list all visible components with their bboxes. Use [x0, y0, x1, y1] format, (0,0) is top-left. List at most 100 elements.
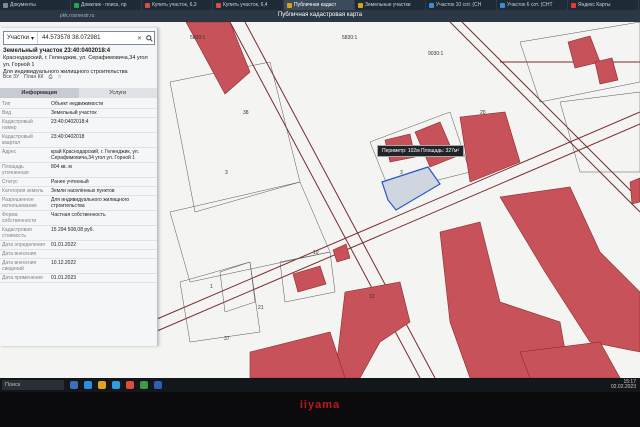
tab-favicon-icon — [3, 2, 8, 8]
search-icon[interactable] — [144, 32, 154, 44]
attribute-row: Кадастровый номер 23:40:0402018:4 — [0, 118, 157, 133]
attribute-row: Дата применения 01.01.2023 — [0, 274, 157, 283]
attribute-value: Земельный участок — [51, 110, 97, 116]
attribute-row: Статус Ранее учтенный — [0, 178, 157, 187]
attribute-row: Разрешенное использование Для индивидуаль… — [0, 196, 157, 211]
yandex-browser-icon[interactable] — [126, 381, 134, 389]
browser-tab[interactable]: Домклик - поиск, пр — [71, 0, 142, 10]
search-category-select[interactable]: Участки ▾ — [4, 32, 39, 44]
tab-services[interactable]: Услуги — [78, 88, 157, 98]
attribute-row: Дата внесения сведений 10.12.2022 — [0, 259, 157, 274]
attribute-key: Кадастровый квартал — [2, 134, 33, 146]
taskbar-search[interactable]: Поиск — [2, 380, 64, 390]
browser-tab[interactable]: Купить участок, 6,3 — [142, 0, 213, 10]
tab-favicon-icon — [429, 2, 434, 8]
attribute-value: 23:40:0402018:4 — [51, 119, 89, 125]
attribute-key: Категория земель — [2, 188, 44, 194]
page-title: Публичная кадастровая карта — [277, 12, 363, 18]
plot-label: 21 — [258, 305, 264, 311]
attribute-key: Тип — [2, 101, 11, 107]
browser-tab[interactable]: Документы — [0, 0, 71, 10]
attribute-row: Дата внесения — [0, 250, 157, 259]
browser-tab[interactable]: Купить участок, 6,4 — [213, 0, 284, 10]
attribute-value: край Краснодарский, г. Геленджик, ул. Се… — [51, 149, 140, 161]
attribute-value: 23:40:0402018 — [51, 134, 85, 140]
telegram-icon[interactable] — [112, 381, 120, 389]
star-icon[interactable]: ☆ — [57, 74, 61, 80]
monitor-brand-logo: iiyama — [299, 399, 341, 411]
attribute-row: Тип Объект недвижимости — [0, 100, 157, 109]
tab-favicon-icon — [571, 2, 576, 8]
attribute-row: Форма собственности Частная собственность — [0, 211, 157, 226]
attribute-row: Вид Земельный участок — [0, 109, 157, 118]
browser-tab[interactable]: Яндекс Карты — [568, 0, 639, 10]
panel-tabs: Информация Услуги — [0, 88, 157, 98]
tool-all-plots[interactable]: Все ЗУ — [3, 74, 19, 80]
browser-tab-bar: Документы Домклик - поиск, пр Купить участ… — [0, 0, 640, 10]
browser-tab[interactable]: Участок 10 сот. (СН — [426, 0, 497, 10]
browser-tab[interactable]: Земельные участки — [355, 0, 426, 10]
plot-label: 1 — [210, 284, 213, 290]
attribute-key: Площадь уточненная — [2, 164, 29, 176]
attribute-key: Кадастровый номер — [2, 119, 33, 131]
attribute-key: Дата определения — [2, 242, 45, 248]
block-label: 9030:1 — [428, 51, 444, 57]
plot-label: 38 — [243, 110, 249, 116]
attribute-value: 10.12.2022 — [51, 260, 77, 266]
attribute-key: Дата применения — [2, 275, 43, 281]
attribute-row: Адрес край Краснодарский, г. Геленджик, у… — [0, 148, 157, 163]
tab-info[interactable]: Информация — [0, 88, 79, 98]
plot-label: 37 — [224, 336, 230, 342]
browser-tab[interactable]: Участок 6 сот. (СНТ — [497, 0, 568, 10]
file-explorer-icon[interactable] — [70, 381, 78, 389]
edge-icon[interactable] — [84, 381, 92, 389]
attribute-value: Ранее учтенный — [51, 179, 89, 185]
folder-icon[interactable] — [98, 381, 106, 389]
tool-plan[interactable]: План КК — [24, 74, 43, 80]
clock[interactable]: 15:17 02.02.2023 — [611, 380, 636, 390]
attribute-key: Кадастровая стоимость — [2, 227, 32, 239]
block-label: 5830:1 — [190, 35, 206, 41]
attribute-row: Площадь уточненная 804 кв. м — [0, 163, 157, 178]
clear-icon[interactable]: ✕ — [135, 35, 144, 42]
block-label: 5830:1 — [342, 35, 358, 41]
taskbar: Поиск 15:17 02.02.2023 — [0, 378, 640, 392]
search-box[interactable]: Участки ▾ 44.573578 38.072981 ✕ — [3, 31, 155, 45]
attribute-table: Тип Объект недвижимости Вид Земельный участ… — [0, 100, 157, 283]
plot-label: 12 — [369, 294, 375, 300]
attribute-key: Разрешенное использование — [2, 197, 37, 209]
search-input[interactable]: 44.573578 38.072981 — [38, 35, 135, 41]
tab-favicon-icon — [74, 2, 79, 8]
object-header: Земельный участок 23:40:0402018:4 Красно… — [3, 48, 153, 76]
attribute-key: Адрес — [2, 149, 17, 155]
print-icon[interactable]: ⎙ — [48, 74, 52, 80]
attribute-value: Для индивидуального жилищного строительс… — [51, 197, 130, 209]
browser-tab[interactable]: Публичная кадаст — [284, 0, 355, 10]
tab-favicon-icon — [287, 2, 292, 8]
tab-favicon-icon — [145, 2, 150, 8]
plot-label: 20 — [480, 110, 486, 116]
attribute-key: Дата внесения — [2, 251, 37, 257]
info-panel: Участки ▾ 44.573578 38.072981 ✕ Земельны… — [0, 28, 158, 346]
attribute-value: Земли населённых пунктов — [51, 188, 115, 194]
chevron-down-icon: ▾ — [31, 35, 35, 42]
attribute-value: 15 294 508,08 руб. — [51, 227, 94, 233]
tab-favicon-icon — [500, 2, 505, 8]
plot-label: 3 — [225, 170, 228, 176]
tab-favicon-icon — [358, 2, 363, 8]
attribute-value: 01.01.2022 — [51, 242, 77, 248]
attribute-row: Кадастровый квартал 23:40:0402018 — [0, 133, 157, 148]
excel-icon[interactable] — [140, 381, 148, 389]
attribute-key: Вид — [2, 110, 12, 116]
panel-tools: Все ЗУ План КК ⎙ ☆ — [3, 74, 62, 80]
object-title: Земельный участок 23:40:0402018:4 — [3, 48, 111, 54]
word-icon[interactable] — [154, 381, 162, 389]
screen: Документы Домклик - поиск, пр Купить участ… — [0, 0, 640, 378]
plot-label: 3 — [400, 170, 403, 176]
object-address: Краснодарский, г. Геленджик, ул. Серафим… — [3, 55, 148, 68]
tab-favicon-icon — [216, 2, 221, 8]
attribute-value: Объект недвижимости — [51, 101, 104, 107]
measure-tooltip: Периметр: 102м Площадь: 327м² — [377, 145, 465, 157]
attribute-key: Дата внесения сведений — [2, 260, 37, 272]
attribute-row: Кадастровая стоимость 15 294 508,08 руб. — [0, 226, 157, 241]
